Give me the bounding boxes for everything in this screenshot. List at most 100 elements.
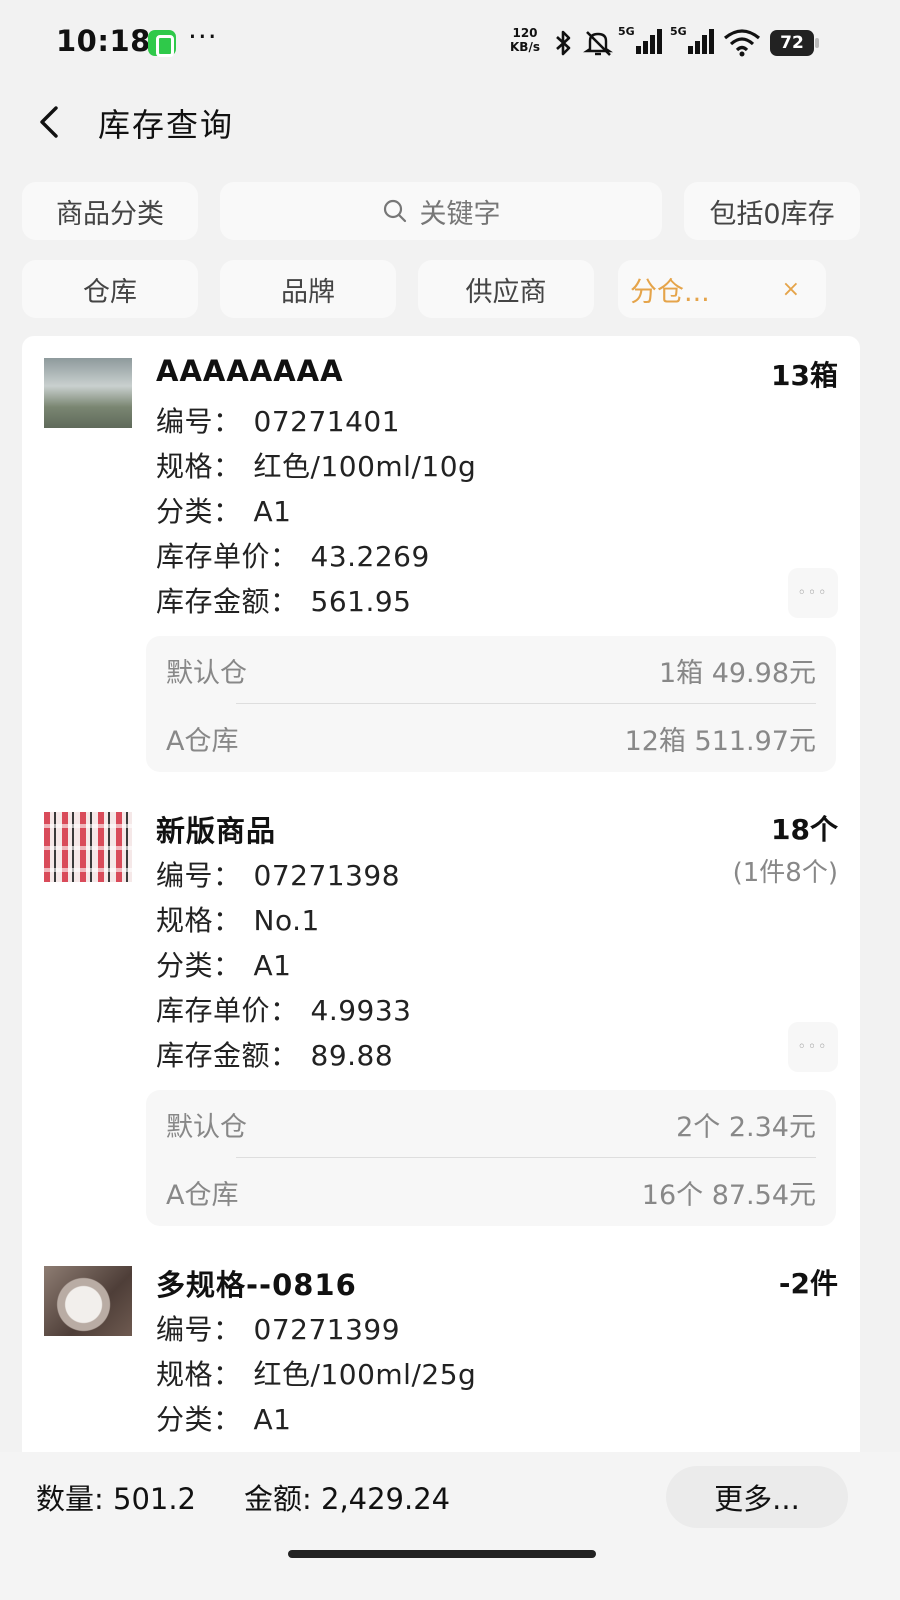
amount-label: 库存金额： — [156, 1039, 299, 1072]
total-amount: 金额: 2,429.24 — [244, 1482, 451, 1516]
product-thumbnail — [44, 1266, 132, 1336]
code-label: 编号： — [156, 1313, 242, 1346]
page-title: 库存查询 — [98, 106, 235, 144]
total-quantity: 数量: 501.2 — [36, 1482, 197, 1516]
amount-value: 561.95 — [310, 585, 412, 618]
spec-label: 规格： — [156, 450, 242, 483]
code-value: 07271398 — [253, 859, 401, 892]
brand-filter-button[interactable]: 品牌 — [220, 260, 396, 318]
product-spec: 规格： 红色/100ml/10g — [156, 445, 476, 485]
code-value: 07271401 — [253, 405, 401, 438]
chevron-left-icon[interactable] — [30, 100, 70, 144]
product-name: AAAAAAAA — [156, 354, 344, 388]
category-label: 分类： — [156, 1403, 242, 1436]
category-label: 分类： — [156, 495, 242, 528]
category-label: 分类： — [156, 949, 242, 982]
warehouse-row: 默认仓 2个 2.34元 — [166, 1090, 816, 1158]
product-list: AAAAAAAA 13箱 编号： 07271401 规格： 红色/100ml/10g… — [22, 336, 860, 1486]
close-icon[interactable]: × — [782, 277, 800, 302]
product-card[interactable]: 新版商品 18个 (1件8个) 编号： 07271398 规格： No.1 分类： A… — [22, 790, 860, 1244]
warehouse-breakdown: 默认仓 1箱 49.98元 A仓库 12箱 511.97元 — [146, 636, 836, 772]
product-card[interactable]: AAAAAAAA 13箱 编号： 07271401 规格： 红色/100ml/10g… — [22, 336, 860, 790]
spec-label: 规格： — [156, 904, 242, 937]
warehouse-row: 默认仓 1箱 49.98元 — [166, 636, 816, 704]
speed-app-icon — [148, 30, 176, 57]
split-warehouse-filter-button[interactable]: 分仓... × — [618, 260, 826, 318]
product-code: 编号： 07271401 — [156, 400, 400, 440]
warehouse-row: A仓库 12箱 511.97元 — [166, 704, 816, 772]
split-warehouse-label: 分仓... — [630, 276, 710, 308]
spec-value: No.1 — [253, 904, 320, 937]
product-spec: 规格： 红色/100ml/25g — [156, 1353, 476, 1393]
product-card[interactable]: 多规格--0816 -2件 编号： 07271399 规格： 红色/100ml/25… — [22, 1244, 860, 1486]
unit-price-value: 43.2269 — [310, 540, 430, 573]
warehouse-filter-button[interactable]: 仓库 — [22, 260, 198, 318]
product-amount: 库存金额： 89.88 — [156, 1034, 393, 1074]
search-icon — [383, 199, 406, 223]
product-name: 新版商品 — [156, 814, 277, 848]
signal-5g-label: 5G — [618, 25, 635, 38]
product-category: 分类： A1 — [156, 1398, 291, 1438]
category-value: A1 — [253, 949, 292, 982]
signal-5g-label: 5G — [670, 25, 687, 38]
product-thumbnail — [44, 358, 132, 428]
more-options-button[interactable]: ◦◦◦ — [788, 568, 838, 618]
spec-value: 红色/100ml/10g — [253, 450, 477, 483]
more-options-button[interactable]: ◦◦◦ — [788, 1022, 838, 1072]
code-value: 07271399 — [253, 1313, 401, 1346]
warehouse-value: 2个 2.34元 — [676, 1111, 816, 1143]
product-unit-price: 库存单价： 4.9933 — [156, 989, 412, 1029]
product-spec: 规格： No.1 — [156, 899, 320, 939]
search-input[interactable]: 关键字 — [220, 182, 662, 240]
category-value: A1 — [253, 495, 292, 528]
warehouse-value: 1箱 49.98元 — [658, 657, 816, 689]
product-thumbnail — [44, 812, 132, 882]
category-filter-button[interactable]: 商品分类 — [22, 182, 198, 240]
spec-label: 规格： — [156, 1358, 242, 1391]
code-label: 编号： — [156, 405, 242, 438]
wifi-icon — [723, 29, 761, 57]
unit-price-label: 库存单价： — [156, 540, 299, 573]
warehouse-name: A仓库 — [166, 1179, 239, 1211]
battery-level: 72 — [770, 30, 814, 56]
product-amount: 库存金额： 561.95 — [156, 580, 412, 620]
more-notifications-icon: ··· — [188, 20, 218, 53]
supplier-filter-button[interactable]: 供应商 — [418, 260, 594, 318]
status-time: 10:18 — [56, 24, 151, 58]
signal-5g-icon: 5G — [670, 25, 714, 54]
category-value: A1 — [253, 1403, 292, 1436]
warehouse-value: 16个 87.54元 — [641, 1179, 816, 1211]
spec-value: 红色/100ml/25g — [253, 1358, 477, 1391]
mute-icon — [583, 31, 613, 56]
summary-footer: 数量: 501.2 金额: 2,429.24 更多... — [0, 1452, 900, 1600]
product-quantity: 13箱 — [771, 359, 838, 392]
include-zero-stock-toggle[interactable]: 包括0库存 — [684, 182, 860, 240]
product-quantity: 18个 — [771, 813, 838, 846]
warehouse-name: A仓库 — [166, 725, 239, 757]
code-label: 编号： — [156, 859, 242, 892]
product-quantity-detail: (1件8个) — [732, 858, 838, 888]
network-speed: 120 KB/s — [506, 26, 544, 54]
product-quantity: -2件 — [778, 1267, 838, 1300]
product-category: 分类： A1 — [156, 944, 291, 984]
amount-value: 89.88 — [310, 1039, 394, 1072]
more-button[interactable]: 更多... — [666, 1466, 848, 1528]
amount-label: 库存金额： — [156, 585, 299, 618]
warehouse-breakdown: 默认仓 2个 2.34元 A仓库 16个 87.54元 — [146, 1090, 836, 1226]
warehouse-row: A仓库 16个 87.54元 — [166, 1158, 816, 1226]
signal-5g-icon: 5G — [618, 25, 662, 54]
product-code: 编号： 07271399 — [156, 1308, 400, 1348]
product-code: 编号： 07271398 — [156, 854, 400, 894]
network-speed-value: 120 — [512, 26, 538, 40]
bluetooth-icon — [556, 30, 571, 56]
product-category: 分类： A1 — [156, 490, 291, 530]
battery-cap — [815, 38, 819, 48]
product-unit-price: 库存单价： 43.2269 — [156, 535, 430, 575]
product-name: 多规格--0816 — [156, 1268, 357, 1302]
unit-price-value: 4.9933 — [310, 994, 412, 1027]
warehouse-name: 默认仓 — [166, 1111, 247, 1143]
search-placeholder: 关键字 — [419, 198, 501, 230]
battery-icon: 72 — [770, 30, 819, 56]
home-indicator[interactable] — [288, 1550, 596, 1558]
warehouse-value: 12箱 511.97元 — [624, 725, 816, 757]
